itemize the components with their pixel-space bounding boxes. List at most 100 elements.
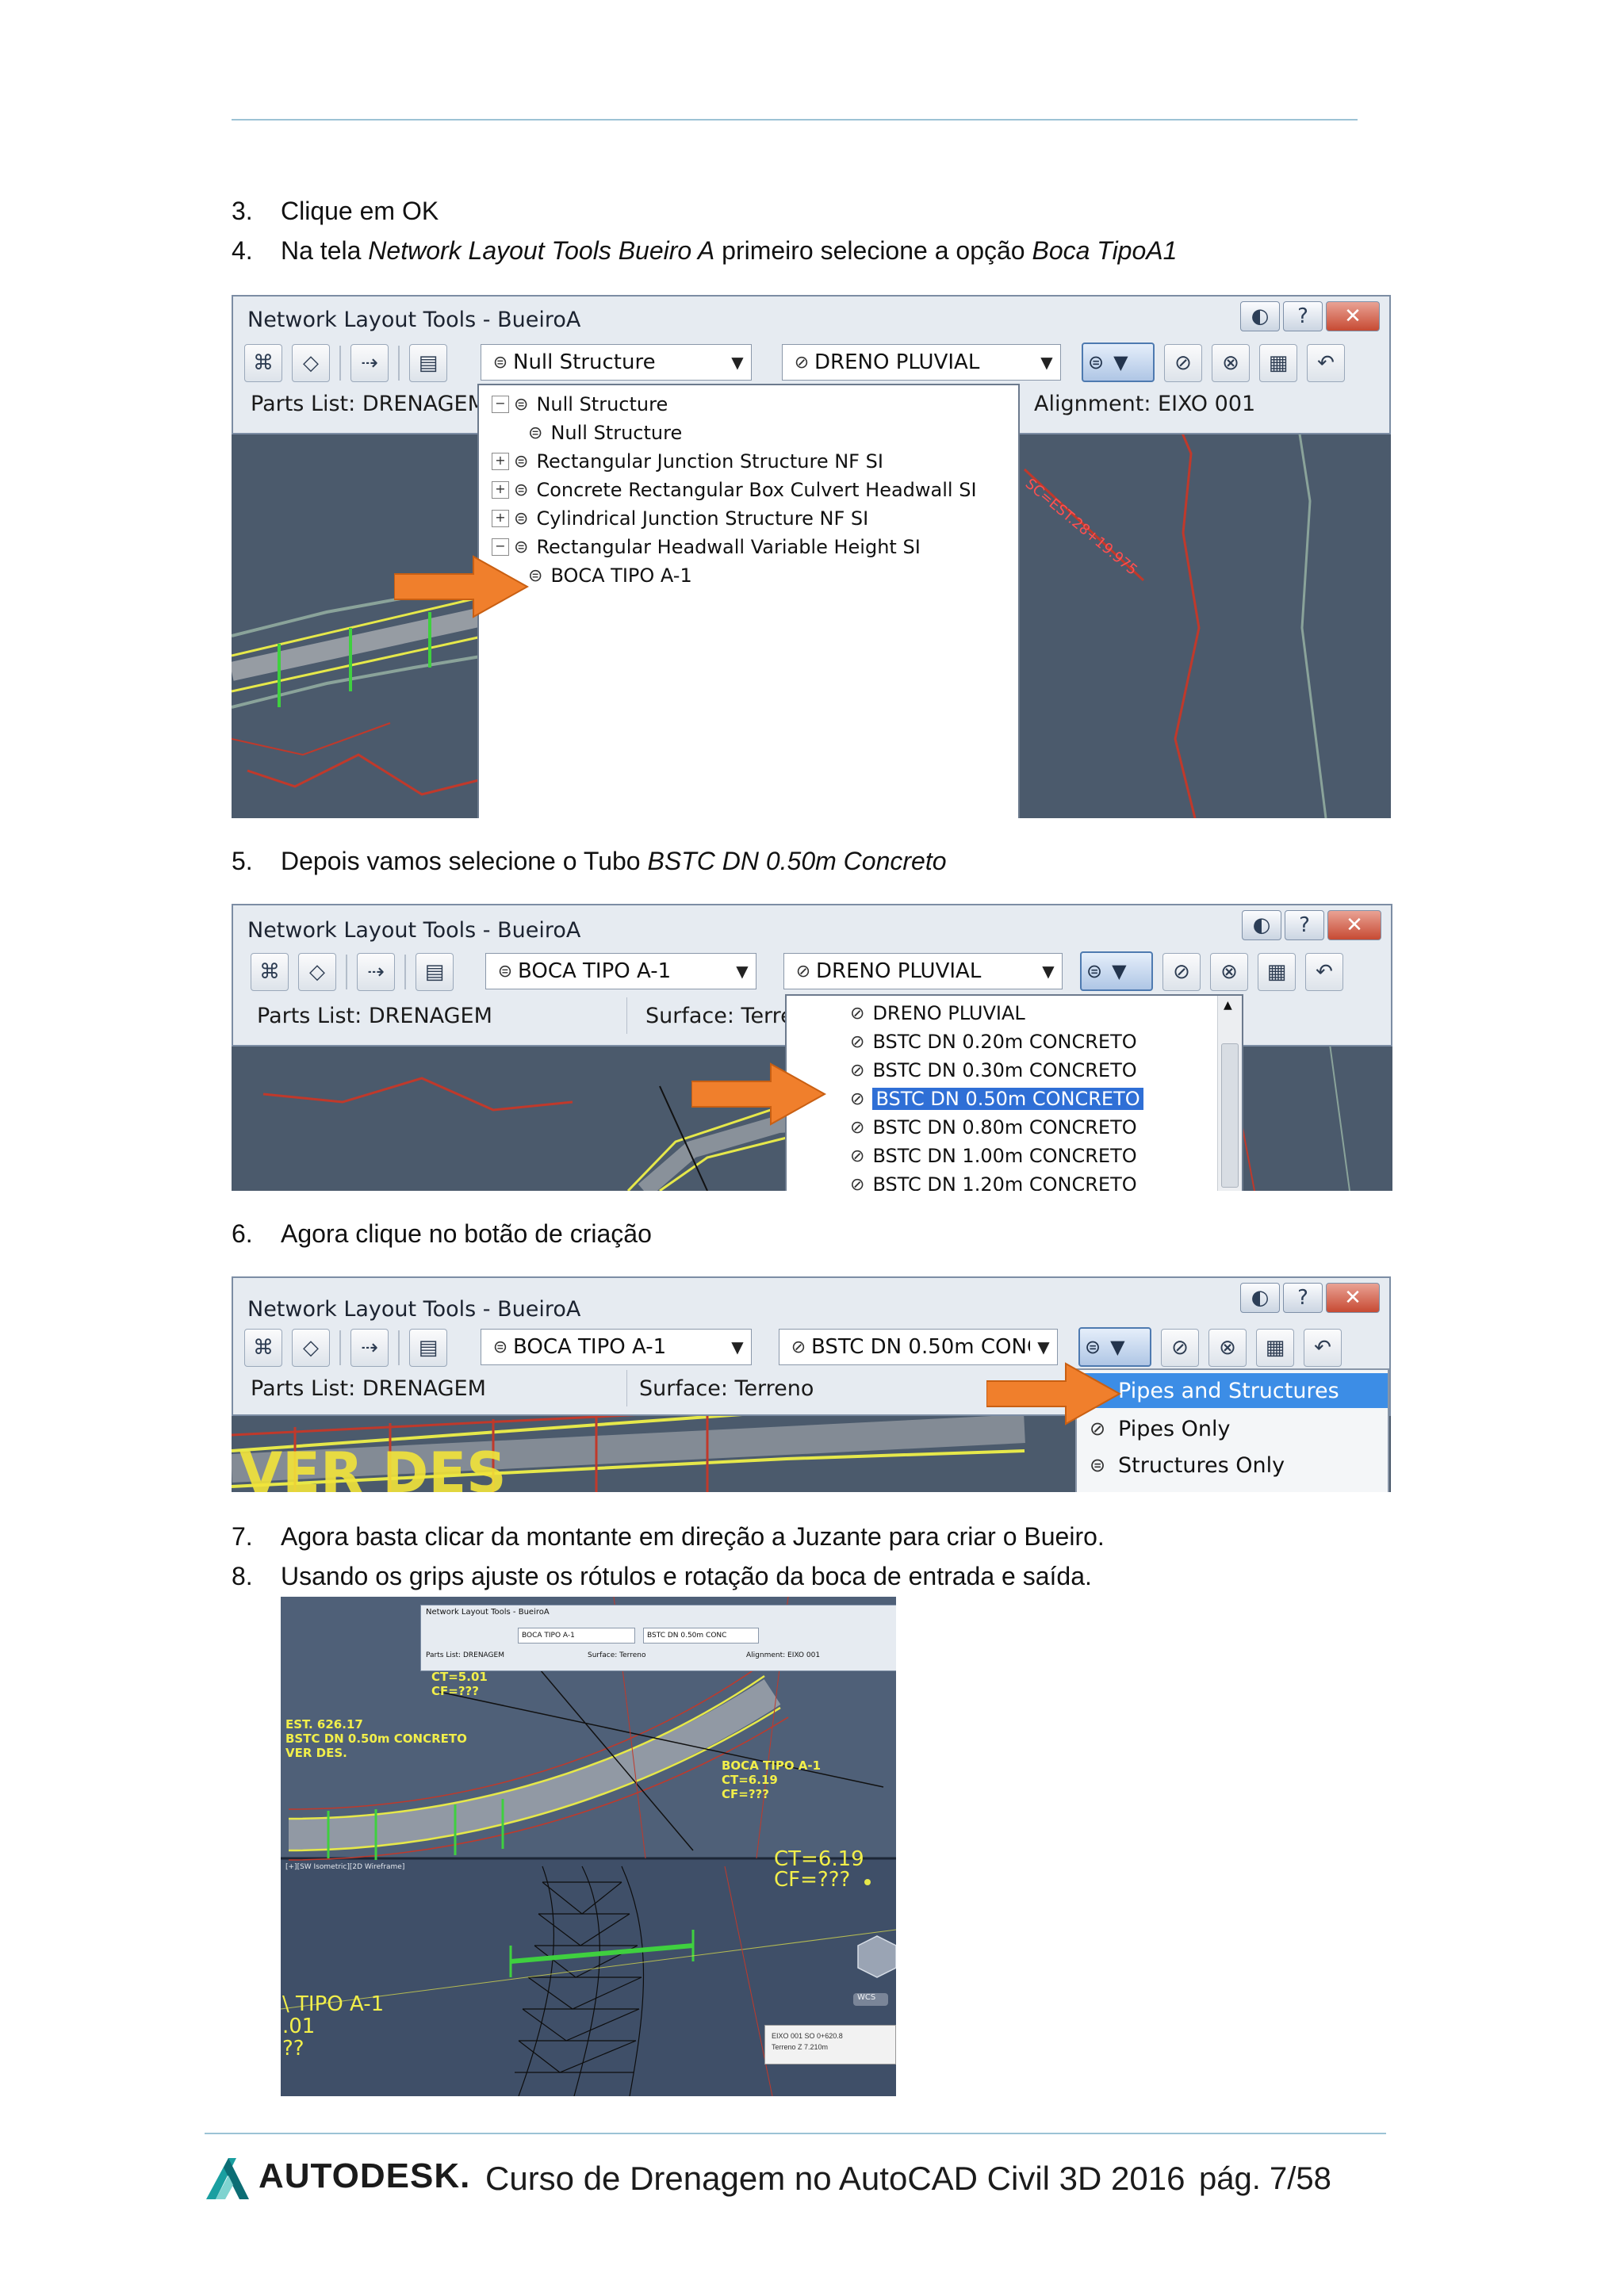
pipe-list-item[interactable]: ⊘ BSTC DN 0.80m CONCRETO xyxy=(850,1113,1137,1142)
tree-item[interactable]: ⊜ Null Structure xyxy=(528,419,682,447)
surface-icon[interactable]: ◇ xyxy=(292,1329,330,1367)
screenshot-draw-mode-menu: VER DES Network Layout Tools - BueiroA ◐… xyxy=(232,1276,1391,1492)
network-properties-icon[interactable]: ⌘ xyxy=(251,953,289,991)
pipe-list-item[interactable]: ⊘ BSTC DN 1.00m CONCRETO xyxy=(850,1142,1137,1170)
window-title: Network Layout Tools - BueiroA xyxy=(247,1297,581,1322)
surface-icon[interactable]: ◇ xyxy=(292,344,330,382)
structure-icon: ⊜ xyxy=(492,352,508,373)
toolbar-separator xyxy=(339,346,341,381)
structure-icon: ⊜ xyxy=(1089,1454,1106,1476)
dropdown-scrollbar[interactable]: ▲ xyxy=(1217,996,1242,1191)
collapse-icon[interactable]: − xyxy=(492,538,509,556)
globe-icon[interactable]: ◐ xyxy=(1240,301,1280,331)
globe-icon[interactable]: ◐ xyxy=(1240,1283,1280,1313)
undo-icon[interactable]: ↶ xyxy=(1305,953,1343,991)
pipe-icon: ⊘ xyxy=(850,1031,865,1052)
tree-item-label: BOCA TIPO A-1 xyxy=(550,564,692,587)
draw-pipes-structures-split-button[interactable]: ⊜ ▼ xyxy=(1080,951,1153,991)
expand-icon[interactable]: + xyxy=(492,510,509,527)
structure-combo-value: BOCA TIPO A-1 xyxy=(513,1335,667,1359)
step-number: 5. xyxy=(232,847,253,875)
panorama-icon[interactable]: ▦ xyxy=(1256,1329,1294,1367)
parts-list-icon[interactable]: ▤ xyxy=(416,953,454,991)
wcs-label[interactable]: WCS xyxy=(857,1993,875,2002)
panorama-icon[interactable]: ▦ xyxy=(1258,953,1296,991)
undo-icon[interactable]: ↶ xyxy=(1304,1329,1342,1367)
parts-list-icon[interactable]: ▤ xyxy=(409,1329,447,1367)
help-icon[interactable]: ? xyxy=(1283,301,1323,331)
tree-item-boca-tipo-a1[interactable]: ⊜ BOCA TIPO A-1 xyxy=(528,561,692,590)
close-icon[interactable]: ✕ xyxy=(1327,910,1381,940)
pipe-icon: ⊘ xyxy=(850,1089,865,1109)
draw-pipes-structures-split-button[interactable]: ⊜ ▼ xyxy=(1078,1327,1151,1367)
label-3d-boca: \ TIPO A-1 .01 ?? xyxy=(282,1993,384,2060)
menu-item-pipes-only[interactable]: ⊘ Pipes Only xyxy=(1077,1411,1388,1446)
pipe-combo[interactable]: ⊘ BSTC DN 0.50m CONC ▼ xyxy=(779,1329,1058,1365)
insert-pipe-icon[interactable]: ⊘ xyxy=(1164,344,1202,382)
tree-item[interactable]: + ⊜ Cylindrical Junction Structure NF SI xyxy=(492,504,868,533)
delete-structure-icon[interactable]: ⊗ xyxy=(1212,344,1250,382)
pipe-list-item[interactable]: ⊘ BSTC DN 0.30m CONCRETO xyxy=(850,1056,1137,1085)
pipe-list-item-selected[interactable]: ⊘ BSTC DN 0.50m CONCRETO xyxy=(850,1085,1143,1113)
label-line: \ TIPO A-1 xyxy=(282,1992,385,2016)
help-icon[interactable]: ? xyxy=(1285,910,1324,940)
undo-icon[interactable]: ↶ xyxy=(1307,344,1345,382)
pipe-combo[interactable]: ⊘ DRENO PLUVIAL ▼ xyxy=(783,953,1063,989)
tree-item[interactable]: − ⊜ Rectangular Headwall Variable Height S… xyxy=(492,533,921,561)
globe-icon[interactable]: ◐ xyxy=(1242,910,1281,940)
expand-icon[interactable]: + xyxy=(492,453,509,470)
draw-pipes-structures-split-button[interactable]: ⊜ ▼ xyxy=(1082,342,1155,382)
alignment-icon[interactable]: ⇢ xyxy=(350,344,389,382)
mini-structure-value: BOCA TIPO A-1 xyxy=(522,1632,575,1640)
close-icon[interactable]: ✕ xyxy=(1326,1283,1380,1313)
scroll-up-icon[interactable]: ▲ xyxy=(1224,999,1232,1012)
pipe-combo[interactable]: ⊘ DRENO PLUVIAL ▼ xyxy=(782,344,1061,381)
tree-item[interactable]: + ⊜ Concrete Rectangular Box Culvert Headw… xyxy=(492,476,977,504)
pipe-list-item[interactable]: ⊘ BSTC DN 0.20m CONCRETO xyxy=(850,1027,1137,1056)
structure-combo[interactable]: ⊜ BOCA TIPO A-1 ▼ xyxy=(481,1329,752,1365)
close-icon[interactable]: ✕ xyxy=(1326,301,1380,331)
window-title: Network Layout Tools - BueiroA xyxy=(247,308,581,332)
step-text: Depois vamos selecione o Tubo BSTC DN 0.… xyxy=(281,845,947,877)
pipe-list-item[interactable]: ⊘ BSTC DN 1.20m CONCRETO xyxy=(850,1170,1137,1191)
scroll-thumb[interactable] xyxy=(1221,1043,1239,1188)
cursor-tooltip: EIXO 001 SO 0+620.8 Terreno Z 7.210m xyxy=(764,2025,896,2064)
label-line: BOCA TIPO A-1 xyxy=(722,1758,822,1773)
tree-item[interactable]: + ⊜ Rectangular Junction Structure NF SI xyxy=(492,447,883,476)
mini-structure-combo[interactable]: BOCA TIPO A-1 xyxy=(518,1628,635,1644)
orange-arrow-icon xyxy=(986,1362,1121,1425)
delete-structure-icon[interactable]: ⊗ xyxy=(1210,953,1248,991)
collapse-icon[interactable]: − xyxy=(492,396,509,413)
pipe-list-item[interactable]: ⊘ DRENO PLUVIAL xyxy=(850,999,1025,1027)
help-icon[interactable]: ? xyxy=(1283,1283,1323,1313)
toolbar: ⌘ ◇ ⇢ ▤ xyxy=(244,1329,447,1367)
insert-pipe-icon[interactable]: ⊘ xyxy=(1161,1329,1199,1367)
menu-item-pipes-and-structures[interactable]: ✔Pipes and Structures xyxy=(1077,1373,1388,1408)
structure-combo[interactable]: ⊜ BOCA TIPO A-1 ▼ xyxy=(485,953,756,989)
structure-dropdown-list: − ⊜ Null Structure ⊜ Null Structure + ⊜ Recta… xyxy=(477,384,1020,818)
window-controls: ◐ ? ✕ xyxy=(1240,1283,1380,1313)
menu-item-label: Pipes Only xyxy=(1118,1416,1231,1441)
panorama-icon[interactable]: ▦ xyxy=(1259,344,1297,382)
emphasis-run: Network Layout Tools Bueiro A xyxy=(368,236,715,265)
screenshot-culvert-result: Network Layout Tools - BueiroA BOCA TIPO… xyxy=(281,1597,896,2096)
surface-icon[interactable]: ◇ xyxy=(298,953,336,991)
viewport-label[interactable]: [+][SW Isometric][2D Wireframe] xyxy=(285,1863,404,1871)
menu-item-structures-only[interactable]: ⊜ Structures Only xyxy=(1077,1448,1388,1483)
pipe-combo-value: DRENO PLUVIAL xyxy=(816,959,982,983)
alignment-icon[interactable]: ⇢ xyxy=(357,953,395,991)
network-properties-icon[interactable]: ⌘ xyxy=(244,1329,282,1367)
structure-combo[interactable]: ⊜ Null Structure ▼ xyxy=(481,344,752,381)
emphasis-run: Boca TipoA1 xyxy=(1032,236,1178,265)
expand-icon[interactable]: + xyxy=(492,481,509,499)
insert-pipe-icon[interactable]: ⊘ xyxy=(1162,953,1201,991)
surface-status: Surface: Terreno xyxy=(639,1376,814,1401)
delete-structure-icon[interactable]: ⊗ xyxy=(1208,1329,1247,1367)
pipe-combo-value: BSTC DN 0.50m CONC xyxy=(811,1335,1030,1359)
alignment-icon[interactable]: ⇢ xyxy=(350,1329,389,1367)
tree-item[interactable]: − ⊜ Null Structure xyxy=(492,390,668,419)
parts-list-icon[interactable]: ▤ xyxy=(409,344,447,382)
mini-pipe-combo[interactable]: BSTC DN 0.50m CONC xyxy=(643,1628,759,1644)
text-run: Na tela xyxy=(281,236,369,265)
network-properties-icon[interactable]: ⌘ xyxy=(244,344,282,382)
